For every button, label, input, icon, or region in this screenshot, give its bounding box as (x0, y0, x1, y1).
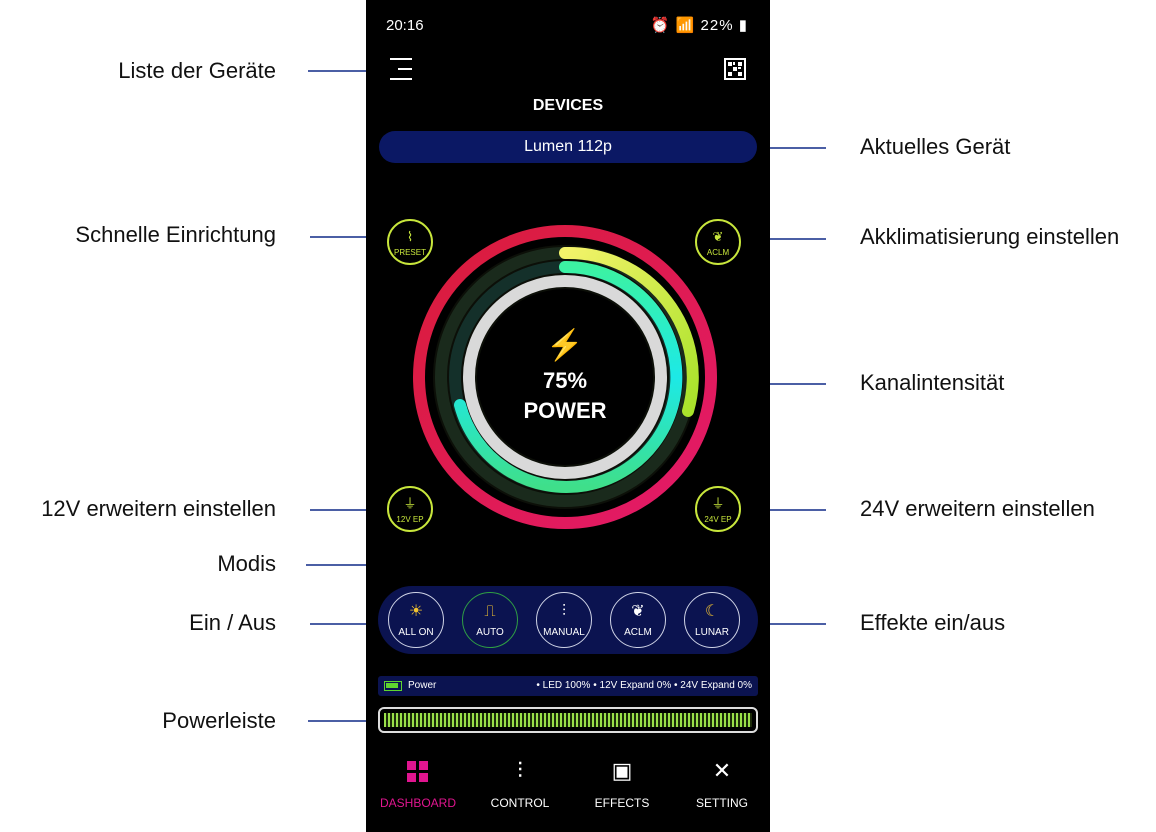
status-icons: ⏰ 📶 22% ▮ (651, 16, 748, 34)
tab-dashboard[interactable]: DASHBOARD (368, 752, 468, 810)
annotation-on-off: Ein / Aus (189, 610, 276, 635)
channel-intensity-dial[interactable]: ⚡ 75% POWER (412, 224, 718, 530)
annotation-channel-intensity: Kanalintensität (860, 370, 1005, 395)
power-label: POWER (523, 398, 607, 423)
page-title: DEVICES (532, 97, 604, 114)
annotation-modes: Modis (217, 551, 276, 576)
coral-icon: ❦ (631, 603, 645, 620)
tab-effects[interactable]: ▣ EFFECTS (572, 752, 672, 810)
lunar-label: LUNAR (695, 627, 729, 638)
tab-setting[interactable]: ✕ SETTING (672, 752, 770, 810)
moon-icon: ☾ (704, 603, 720, 620)
lunar-button[interactable]: ☾ LUNAR (684, 592, 740, 648)
annotation-24v: 24V erweitern einstellen (860, 496, 1095, 521)
tab-dashboard-label: DASHBOARD (379, 796, 456, 810)
bottom-nav: DASHBOARD ⫶ CONTROL ▣ EFFECTS ✕ SETTING (366, 752, 770, 824)
auto-label: AUTO (476, 627, 504, 638)
status-bar: 20:16 ⏰ 📶 22% ▮ (366, 0, 770, 46)
tab-effects-label: EFFECTS (594, 796, 650, 810)
menu-icon[interactable] (386, 56, 412, 84)
qr-scan-icon[interactable] (724, 58, 746, 80)
alarm-icon: ⏰ (650, 17, 671, 34)
all-on-label: ALL ON (398, 627, 434, 638)
annotation-current-device: Aktuelles Gerät (860, 134, 1011, 159)
current-device-selector[interactable]: Lumen 112p (379, 131, 757, 163)
power-info-label: Power (408, 680, 437, 691)
power-strip-fill (384, 713, 752, 727)
phone-screen: 20:16 ⏰ 📶 22% ▮ DEVICES Lumen 112p ⌇ PRE… (366, 0, 770, 832)
curve-icon: ⎍ (484, 603, 496, 620)
tools-icon: ✕ (712, 758, 732, 783)
annotation-power-bar: Powerleiste (162, 708, 276, 733)
power-strip (378, 707, 758, 733)
annotation-quick-setup: Schnelle Einrichtung (75, 222, 276, 247)
auto-mode-button[interactable]: ⎍ AUTO (462, 592, 518, 648)
battery-percent: 22% (700, 17, 734, 34)
power-info-bar: Power • LED 100% • 12V Expand 0% • 24V E… (378, 676, 758, 696)
aclm-mode-label: ACLM (624, 627, 652, 638)
tab-control[interactable]: ⫶ CONTROL (470, 752, 570, 810)
tab-control-label: CONTROL (490, 796, 550, 810)
aclm-mode-button[interactable]: ❦ ACLM (610, 592, 666, 648)
sliders-icon: ⫶ (561, 603, 566, 620)
mode-bar: ☀ ALL ON ⎍ AUTO ⫶ MANUAL ❦ ACLM ☾ LUNAR (378, 586, 758, 654)
manual-label: MANUAL (543, 627, 585, 638)
tab-setting-label: SETTING (695, 796, 748, 810)
dial-center: ⚡ 75% POWER (412, 224, 718, 530)
battery-icon (384, 681, 402, 691)
annotation-line (308, 70, 366, 72)
power-percent: 75% (542, 368, 588, 393)
sliders-icon: ⫶ (517, 758, 523, 783)
annotation-12v: 12V erweitern einstellen (41, 496, 276, 521)
annotation-effects: Effekte ein/aus (860, 610, 1006, 635)
all-on-button[interactable]: ☀ ALL ON (388, 592, 444, 648)
sun-icon: ☀ (408, 603, 424, 620)
battery-icon: ▮ (738, 17, 748, 34)
manual-mode-button[interactable]: ⫶ MANUAL (536, 592, 592, 648)
annotation-device-list: Liste der Geräte (118, 58, 276, 83)
effects-icon: ▣ (611, 758, 633, 783)
dashboard-icon (368, 756, 468, 786)
lightning-icon: ⚡ (546, 329, 584, 362)
wifi-icon: 📶 (675, 17, 696, 34)
status-time: 20:16 (386, 17, 424, 34)
annotation-acclimation: Akklimatisierung einstellen (860, 224, 1120, 249)
power-stats: • LED 100% • 12V Expand 0% • 24V Expand … (536, 680, 752, 691)
